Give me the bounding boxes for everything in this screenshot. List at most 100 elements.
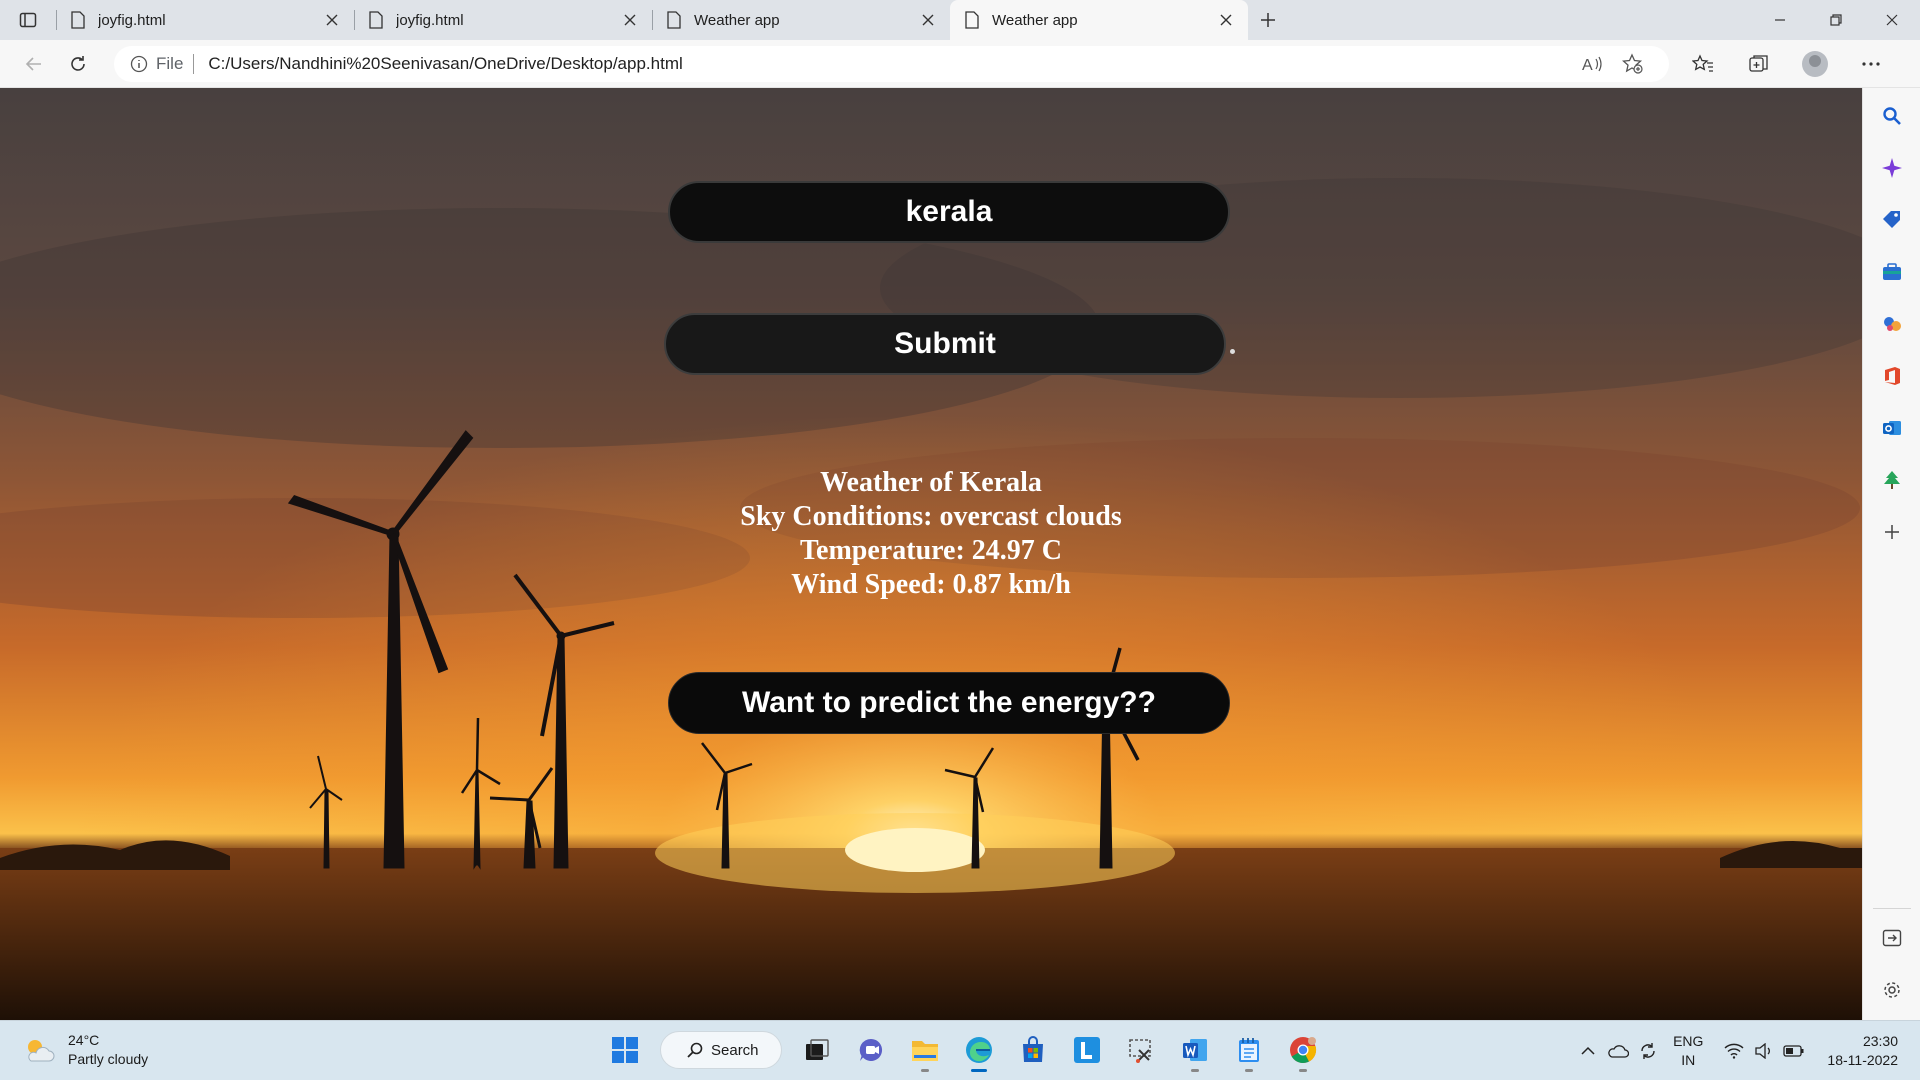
- sidebar-settings-gear-icon[interactable]: [1880, 978, 1904, 1002]
- profile-button[interactable]: [1787, 44, 1843, 84]
- notepad-button[interactable]: [1227, 1027, 1271, 1073]
- favorites-button[interactable]: [1675, 44, 1731, 84]
- sidebar-search-icon[interactable]: [1880, 104, 1904, 128]
- collections-button[interactable]: [1731, 44, 1787, 84]
- running-indicator: [1299, 1069, 1307, 1072]
- predict-energy-button[interactable]: Want to predict the energy??: [668, 672, 1230, 734]
- minimize-button[interactable]: [1752, 0, 1808, 40]
- minimize-icon: [1775, 19, 1785, 21]
- page-icon: [71, 11, 85, 29]
- refresh-button[interactable]: [56, 44, 100, 84]
- running-indicator: [921, 1069, 929, 1072]
- sky-conditions: Sky Conditions: overcast clouds: [740, 501, 1122, 532]
- show-hidden-icons-chevron-icon[interactable]: [1573, 1046, 1603, 1056]
- edge-browser-button[interactable]: [957, 1027, 1001, 1073]
- task-view-icon: [806, 1039, 829, 1060]
- clock[interactable]: 23:30 18-11-2022: [1827, 1032, 1898, 1070]
- arrow-left-icon: [25, 56, 41, 71]
- language-code: ENG: [1673, 1033, 1704, 1049]
- avatar: [1802, 50, 1828, 77]
- chrome-button[interactable]: [1281, 1027, 1325, 1073]
- store-icon: [1023, 1036, 1043, 1062]
- collections-icon: [1749, 54, 1768, 72]
- tab-actions-icon: [19, 12, 37, 28]
- start-button[interactable]: [603, 1027, 647, 1073]
- chat-icon: [859, 1038, 883, 1061]
- letter-l-app-icon: [1074, 1037, 1100, 1063]
- add-sidebar-app-icon[interactable]: [1880, 520, 1904, 544]
- new-tab-button[interactable]: [1248, 0, 1288, 40]
- task-view-button[interactable]: [795, 1027, 839, 1073]
- more-icon: [1862, 61, 1880, 66]
- shopping-tag-icon[interactable]: [1880, 208, 1904, 232]
- snipping-tool-icon: [1129, 1039, 1151, 1063]
- page-viewport: Submit Weather of Kerala Sky Conditions:…: [0, 88, 1862, 1020]
- city-input[interactable]: [668, 181, 1230, 243]
- submit-button[interactable]: Submit: [664, 313, 1226, 375]
- search-icon: [687, 1042, 703, 1058]
- info-icon[interactable]: [130, 55, 148, 73]
- tab-divider: [354, 10, 355, 30]
- tab-weather-app-active[interactable]: Weather app: [950, 0, 1248, 40]
- tab-joyfig-2[interactable]: joyfig.html: [354, 0, 652, 40]
- page-icon: [369, 11, 383, 29]
- taskbar-search-box[interactable]: Search: [660, 1031, 782, 1069]
- settings-more-button[interactable]: [1843, 44, 1899, 84]
- close-window-button[interactable]: [1864, 0, 1920, 40]
- teams-chat-button[interactable]: [849, 1027, 893, 1073]
- address-bar[interactable]: File C:/Users/Nandhini%20Seenivasan/OneD…: [114, 45, 1669, 82]
- partly-cloudy-icon: [28, 1040, 55, 1062]
- tab-joyfig-1[interactable]: joyfig.html: [56, 0, 354, 40]
- tools-briefcase-icon[interactable]: [1880, 260, 1904, 284]
- tab-weather-app-1[interactable]: Weather app: [652, 0, 950, 40]
- hide-sidebar-icon[interactable]: [1880, 926, 1904, 950]
- office-icon[interactable]: [1880, 364, 1904, 388]
- taskbar-weather-widget[interactable]: 24°C Partly cloudy: [22, 1031, 148, 1069]
- file-explorer-button[interactable]: [903, 1027, 947, 1073]
- url-text[interactable]: C:/Users/Nandhini%20Seenivasan/OneDrive/…: [208, 54, 1573, 74]
- edge-icon: [966, 1037, 992, 1063]
- back-button[interactable]: [12, 44, 56, 84]
- folder-icon: [912, 1041, 938, 1061]
- svg-text:A: A: [1582, 57, 1593, 73]
- wifi-icon[interactable]: [1719, 1043, 1749, 1059]
- volume-icon[interactable]: [1749, 1043, 1779, 1059]
- system-tray: ENG IN 23:30 18-11-2022: [1573, 1021, 1898, 1080]
- weather-temperature: 24°C: [68, 1032, 100, 1048]
- running-indicator: [1191, 1069, 1199, 1072]
- refresh-icon: [71, 55, 85, 71]
- tree-icon[interactable]: [1880, 468, 1904, 492]
- wind-speed: Wind Speed: 0.87 km/h: [791, 569, 1071, 600]
- weather-result: Weather of Kerala Sky Conditions: overca…: [620, 466, 1242, 602]
- copilot-sparkle-icon[interactable]: [1880, 156, 1904, 180]
- outlook-icon[interactable]: [1880, 416, 1904, 440]
- snipping-tool-button[interactable]: [1119, 1027, 1163, 1073]
- microsoft-store-button[interactable]: [1011, 1027, 1055, 1073]
- toolbar-actions: [1675, 44, 1899, 84]
- close-tab-icon[interactable]: [920, 12, 936, 28]
- taskbar-apps: Search: [598, 1027, 1330, 1073]
- windows-taskbar: 24°C Partly cloudy Search ENG IN 23:30 1…: [0, 1020, 1920, 1080]
- read-aloud-icon[interactable]: A: [1573, 55, 1613, 73]
- temperature: Temperature: 24.97 C: [799, 535, 1063, 566]
- tab-divider: [652, 10, 653, 30]
- tab-actions-button[interactable]: [0, 0, 56, 40]
- word-button[interactable]: [1173, 1027, 1217, 1073]
- close-tab-icon[interactable]: [622, 12, 638, 28]
- close-tab-icon[interactable]: [324, 12, 340, 28]
- notepad-icon: [1239, 1038, 1259, 1062]
- restore-icon: [1830, 14, 1842, 26]
- active-indicator: [971, 1069, 987, 1072]
- restore-button[interactable]: [1808, 0, 1864, 40]
- language-indicator[interactable]: ENG IN: [1673, 1032, 1703, 1070]
- games-icon[interactable]: [1880, 312, 1904, 336]
- clock-time: 23:30: [1862, 1033, 1898, 1049]
- onedrive-cloud-icon[interactable]: [1603, 1044, 1633, 1058]
- tab-title: joyfig.html: [396, 11, 464, 29]
- battery-icon[interactable]: [1779, 1045, 1809, 1057]
- add-favorite-icon[interactable]: [1613, 52, 1653, 75]
- close-tab-icon[interactable]: [1218, 12, 1234, 28]
- l-app-button[interactable]: [1065, 1027, 1109, 1073]
- sync-icon[interactable]: [1633, 1041, 1663, 1061]
- tab-divider: [56, 10, 57, 30]
